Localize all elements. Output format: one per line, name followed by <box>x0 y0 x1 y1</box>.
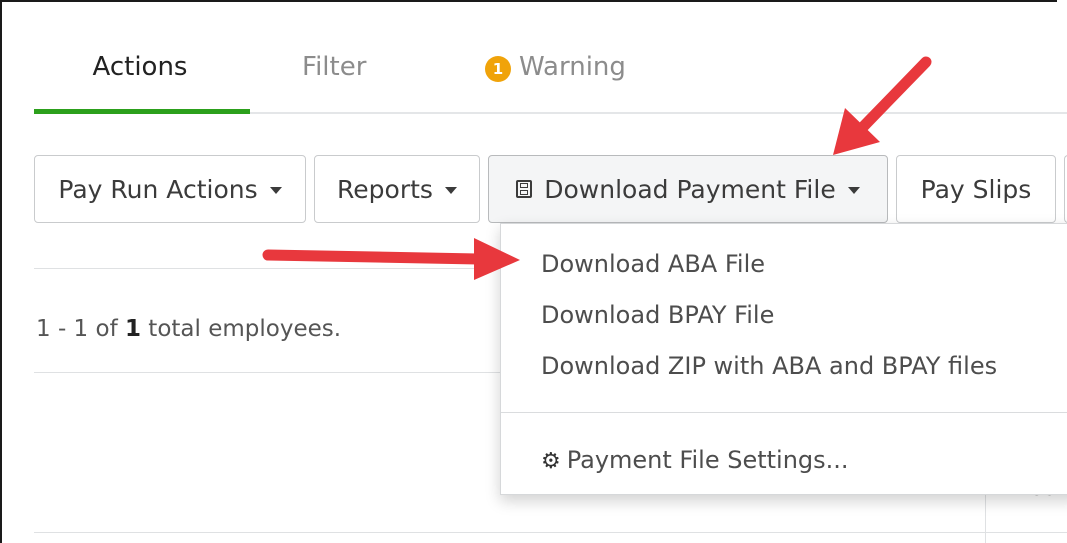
reports-button[interactable]: Reports <box>314 155 480 223</box>
menu-item-payment-file-settings[interactable]: ⚙ Payment File Settings... <box>541 446 849 474</box>
download-payment-file-button[interactable]: Download Payment File <box>488 155 888 223</box>
caret-down-icon <box>269 186 282 194</box>
warning-count-badge: 1 <box>485 56 511 82</box>
caret-down-icon <box>444 186 457 194</box>
divider <box>34 372 504 373</box>
tab-filter-label: Filter <box>302 52 367 82</box>
tab-actions-label: Actions <box>92 52 188 82</box>
table-bottom-divider <box>34 532 1067 533</box>
tab-actions[interactable]: Actions <box>34 52 250 114</box>
menu-item-download-bpay[interactable]: Download BPAY File <box>541 301 774 329</box>
pay-slips-button[interactable]: Pay Slips <box>896 155 1056 223</box>
payment-file-settings-label: Payment File Settings... <box>566 446 849 474</box>
gear-icon: ⚙ <box>541 449 561 474</box>
caret-down-icon <box>847 186 860 194</box>
column-divider <box>985 488 986 543</box>
floppy-disk-icon <box>516 180 533 198</box>
reports-label: Reports <box>337 174 433 204</box>
employee-count: 1 - 1 of 1 total employees. <box>36 316 342 342</box>
tab-warning-label: Warning <box>519 52 626 82</box>
pay-slips-label: Pay Slips <box>920 174 1032 204</box>
download-payment-file-menu: Download ABA File Download BPAY File Dow… <box>500 223 1067 495</box>
pay-run-actions-button[interactable]: Pay Run Actions <box>34 155 306 223</box>
menu-item-download-zip[interactable]: Download ZIP with ABA and BPAY files <box>541 352 997 380</box>
tab-filter[interactable]: Filter <box>302 52 366 82</box>
tab-warning[interactable]: 1 Warning <box>485 52 626 82</box>
download-payment-file-label: Download Payment File <box>544 174 836 204</box>
menu-item-download-aba[interactable]: Download ABA File <box>541 250 765 278</box>
pay-run-actions-label: Pay Run Actions <box>58 174 258 204</box>
menu-divider <box>501 412 1067 413</box>
tab-bar: Actions Filter 1 Warning <box>34 0 1067 114</box>
divider <box>34 268 504 269</box>
